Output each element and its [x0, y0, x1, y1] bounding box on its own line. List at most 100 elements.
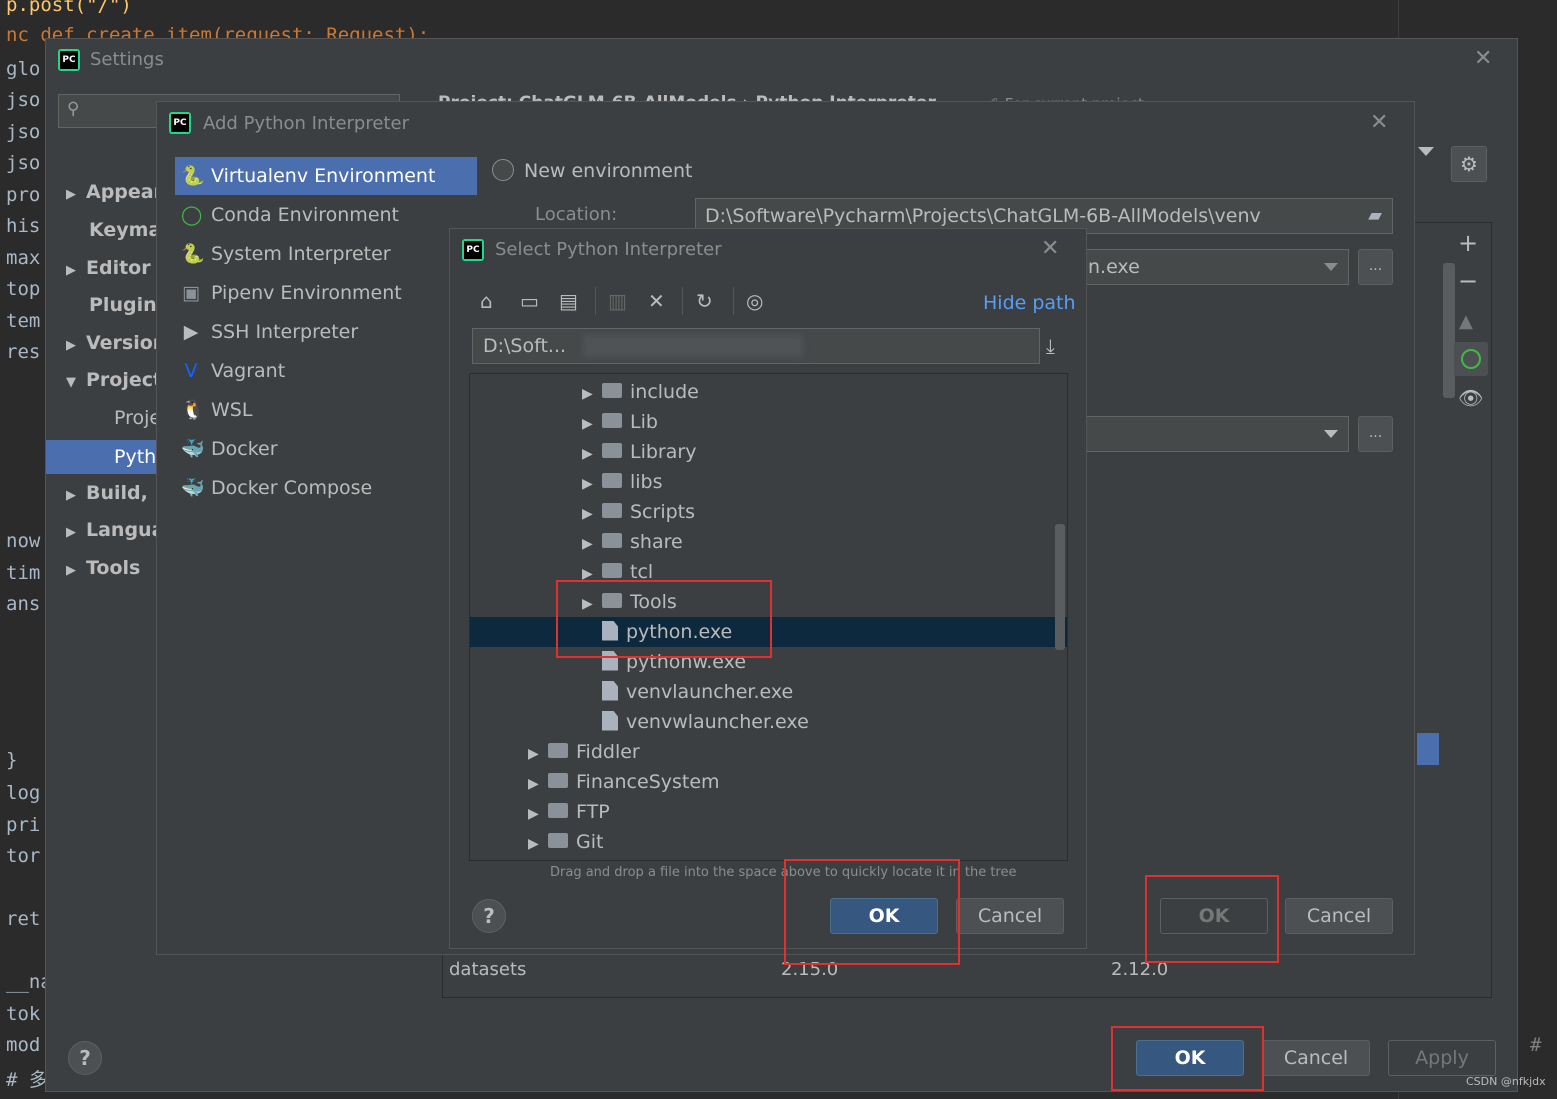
hide-path-link[interactable]: Hide path [983, 292, 1076, 314]
settings-help-button[interactable]: ? [68, 1041, 102, 1075]
path-input[interactable]: D:\Soft... [472, 328, 1040, 364]
show-early-releases-eye-icon[interactable]: 👁 [1458, 386, 1483, 410]
environment-type-item[interactable]: ◯ Conda Environment [175, 196, 477, 234]
file-tree-row[interactable]: ▶ Git [470, 827, 1067, 857]
file-tree-row[interactable]: ▶ libs [470, 467, 1067, 497]
expand-arrow-icon[interactable]: ▶ [66, 488, 76, 503]
folder-icon [548, 743, 568, 758]
expand-arrow-icon[interactable]: ▶ [582, 379, 602, 409]
file-tree-scrollbar[interactable] [1055, 524, 1065, 650]
settings-tree-item[interactable]: ▶ Version [66, 332, 166, 354]
file-tree-row[interactable]: ▶ Library [470, 437, 1067, 467]
file-tree-row[interactable]: ▶ FinanceSystem [470, 767, 1067, 797]
settings-tree-item[interactable]: ▶ Tools [66, 557, 140, 579]
select-interpreter-help-button[interactable]: ? [472, 899, 506, 933]
settings-tree-item[interactable]: ▶ Editor [66, 257, 151, 279]
add-interpreter-cancel-button[interactable]: Cancel [1285, 898, 1393, 934]
expand-arrow-icon[interactable]: ▶ [66, 525, 76, 540]
base-interpreter-browse-button[interactable]: ... [1358, 249, 1393, 285]
expand-arrow-icon[interactable]: ▶ [528, 829, 548, 859]
home-icon[interactable]: ⌂ [480, 289, 493, 313]
expand-arrow-icon[interactable]: ▶ [528, 739, 548, 769]
expand-arrow-icon[interactable]: ▶ [66, 563, 76, 578]
environment-type-item[interactable]: ▶ SSH Interpreter [175, 313, 477, 351]
show-hidden-files-icon[interactable]: ◎ [746, 289, 763, 313]
file-tree-row[interactable]: ▶ include [470, 377, 1067, 407]
code-line: res [6, 341, 41, 363]
expand-arrow-icon[interactable]: ▶ [582, 499, 602, 529]
file-tree-row[interactable]: ▶ FTP [470, 797, 1067, 827]
refresh-packages-button[interactable] [1454, 342, 1488, 376]
folder-icon [548, 773, 568, 788]
settings-tree-item[interactable]: Plugins [66, 294, 168, 316]
code-line: max [6, 247, 41, 269]
expand-arrow-icon[interactable]: ▶ [528, 769, 548, 799]
new-environment-radio[interactable] [492, 159, 514, 181]
expand-arrow-icon[interactable]: ▶ [528, 799, 548, 829]
select-python-interpreter-dialog: Select Python Interpreter ✕ ⌂ ▭ ▤ ▥ ✕ ↻ … [449, 228, 1087, 965]
delete-icon[interactable]: ✕ [648, 289, 665, 313]
file-tree-row[interactable]: ▶ share [470, 527, 1067, 557]
select-interpreter-close-icon[interactable]: ✕ [1041, 238, 1059, 260]
settings-apply-button[interactable]: Apply [1388, 1040, 1496, 1076]
select-interpreter-cancel-button[interactable]: Cancel [956, 898, 1064, 934]
file-tree-row[interactable]: ▶ Scripts [470, 497, 1067, 527]
environment-type-item[interactable]: 🐍 System Interpreter [175, 235, 477, 273]
expand-arrow-icon[interactable]: ▼ [66, 375, 76, 390]
file-tree-label: Lib [630, 411, 658, 433]
existing-interpreter-select[interactable] [1085, 416, 1349, 452]
code-line: tor [6, 845, 41, 867]
expand-arrow-icon[interactable]: ▶ [66, 263, 76, 278]
file-tree-row[interactable]: venvwlauncher.exe [470, 707, 1067, 737]
download-icon[interactable]: ⤓ [1046, 334, 1055, 358]
search-icon: ⚲ [67, 99, 80, 119]
folder-open-icon[interactable]: ▰ [1368, 199, 1382, 233]
file-tree-label: Scripts [630, 501, 696, 523]
remove-package-icon[interactable]: − [1458, 267, 1478, 295]
environment-type-item[interactable]: 🐧 WSL [175, 391, 477, 429]
refresh-icon[interactable]: ↻ [696, 289, 713, 313]
interpreter-gear-button[interactable]: ⚙ [1451, 146, 1487, 182]
project-folder-icon[interactable]: ▤ [559, 289, 578, 313]
settings-cancel-button[interactable]: Cancel [1262, 1040, 1370, 1076]
upgrade-package-icon[interactable]: ▲ [1459, 311, 1473, 332]
expand-arrow-icon[interactable]: ▶ [66, 187, 76, 202]
settings-tree-label: Editor [86, 257, 151, 279]
existing-interpreter-browse-button[interactable]: ... [1358, 416, 1393, 452]
add-package-icon[interactable]: + [1458, 229, 1478, 257]
highlight-select-ok [784, 859, 960, 965]
settings-tree-item[interactable]: ▶ Langua [66, 519, 164, 541]
interpreter-dropdown-chevron-icon[interactable] [1418, 147, 1434, 156]
expand-arrow-icon[interactable]: ▶ [66, 338, 76, 353]
environment-type-label: System Interpreter [211, 243, 391, 265]
code-line: } [6, 749, 18, 771]
environment-type-item[interactable]: V Vagrant [175, 352, 477, 390]
expand-arrow-icon[interactable]: ▶ [582, 409, 602, 439]
toolbar-separator [682, 287, 683, 315]
conda-icon: ◯ [181, 204, 203, 226]
file-tree-row[interactable]: ▶ Lib [470, 407, 1067, 437]
settings-tree-item[interactable]: ▶ Build, E [66, 482, 167, 504]
environment-type-item[interactable]: 🐳 Docker [175, 430, 477, 468]
file-tree-row[interactable]: venvlauncher.exe [470, 677, 1067, 707]
code-line: pri [6, 814, 41, 836]
desktop-icon[interactable]: ▭ [520, 289, 539, 313]
file-tree-row[interactable]: ▶ Fiddler [470, 737, 1067, 767]
environment-type-item[interactable]: ▣ Pipenv Environment [175, 274, 477, 312]
settings-tree-item[interactable]: Proje [114, 407, 161, 429]
python-file-icon [602, 680, 618, 701]
settings-close-icon[interactable]: ✕ [1474, 48, 1492, 70]
new-folder-icon[interactable]: ▥ [608, 289, 627, 313]
expand-arrow-icon[interactable]: ▶ [582, 469, 602, 499]
redacted-path-blur [583, 335, 803, 357]
add-interpreter-close-icon[interactable]: ✕ [1370, 112, 1388, 134]
environment-type-item[interactable]: 🐍 Virtualenv Environment [175, 157, 477, 195]
watermark: CSDN @nfkjdx [1466, 1075, 1546, 1088]
base-interpreter-select[interactable]: n.exe [1085, 249, 1349, 285]
settings-title: Settings [90, 49, 164, 70]
environment-type-item[interactable]: 🐳 Docker Compose [175, 469, 477, 507]
settings-tree-item[interactable]: ▼ Project: [66, 369, 170, 391]
expand-arrow-icon[interactable]: ▶ [582, 439, 602, 469]
packages-scrollbar[interactable] [1443, 263, 1455, 398]
expand-arrow-icon[interactable]: ▶ [582, 529, 602, 559]
